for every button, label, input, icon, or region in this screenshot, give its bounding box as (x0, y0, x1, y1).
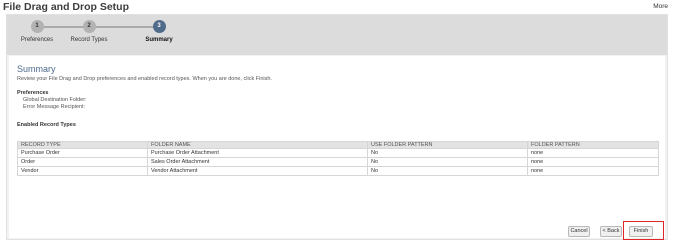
column-header: FOLDER NAME (147, 141, 368, 149)
summary-description: Review your File Drag and Drop preferenc… (17, 76, 272, 82)
use-folder-pattern-cell: No (367, 157, 528, 167)
step-label: Preferences (20, 37, 54, 43)
back-button[interactable]: < Back (600, 226, 622, 237)
table-row: Order Sales Order Attachment No none (17, 157, 659, 167)
preferences-title: Preferences (17, 90, 49, 96)
folder-pattern-cell: none (527, 166, 659, 176)
use-folder-pattern-cell: No (367, 166, 528, 176)
record-type-cell: Vendor (17, 166, 148, 176)
table-row: Purchase Order Purchase Order Attachment… (17, 148, 659, 158)
record-type-cell: Purchase Order (17, 148, 148, 158)
folder-name-cell: Purchase Order Attachment (147, 148, 368, 158)
cancel-button[interactable]: Cancel (568, 226, 590, 237)
step-number: 2 (82, 20, 96, 33)
column-header: FOLDER PATTERN (527, 141, 659, 149)
step-label: Summary (145, 37, 173, 43)
wizard-panel: 1 Preferences 2 Record Types 3 Summary S… (6, 14, 668, 240)
step-summary[interactable]: 3 Summary (129, 20, 189, 43)
step-number: 1 (30, 20, 44, 33)
column-header: RECORD TYPE (17, 141, 148, 149)
record-type-cell: Order (17, 157, 148, 167)
folder-name-cell: Vendor Attachment (147, 166, 368, 176)
more-link[interactable]: More (653, 3, 668, 10)
page-title: File Drag and Drop Setup (3, 1, 130, 13)
enabled-record-types-title: Enabled Record Types (17, 122, 76, 128)
error-message-recipient-label: Error Message Recipient: (23, 104, 86, 110)
step-record-types[interactable]: 2 Record Types (59, 20, 119, 43)
table-header-row: RECORD TYPE FOLDER NAME USE FOLDER PATTE… (17, 141, 659, 149)
step-label: Record Types (70, 37, 108, 43)
column-header: USE FOLDER PATTERN (367, 141, 528, 149)
table-row: Vendor Vendor Attachment No none (17, 166, 659, 176)
folder-name-cell: Sales Order Attachment (147, 157, 368, 167)
enabled-record-types-table: RECORD TYPE FOLDER NAME USE FOLDER PATTE… (17, 141, 659, 176)
summary-heading: Summary (17, 64, 56, 74)
folder-pattern-cell: none (527, 148, 659, 158)
step-number: 3 (152, 20, 166, 33)
global-destination-folder-label: Global Destination Folder: (23, 97, 87, 103)
folder-pattern-cell: none (527, 157, 659, 167)
summary-content: Summary Review your File Drag and Drop p… (9, 56, 665, 238)
step-preferences[interactable]: 1 Preferences (7, 20, 67, 43)
finish-button[interactable]: Finish (629, 226, 653, 237)
use-folder-pattern-cell: No (367, 148, 528, 158)
wizard-steps-bar: 1 Preferences 2 Record Types 3 Summary (7, 15, 667, 55)
